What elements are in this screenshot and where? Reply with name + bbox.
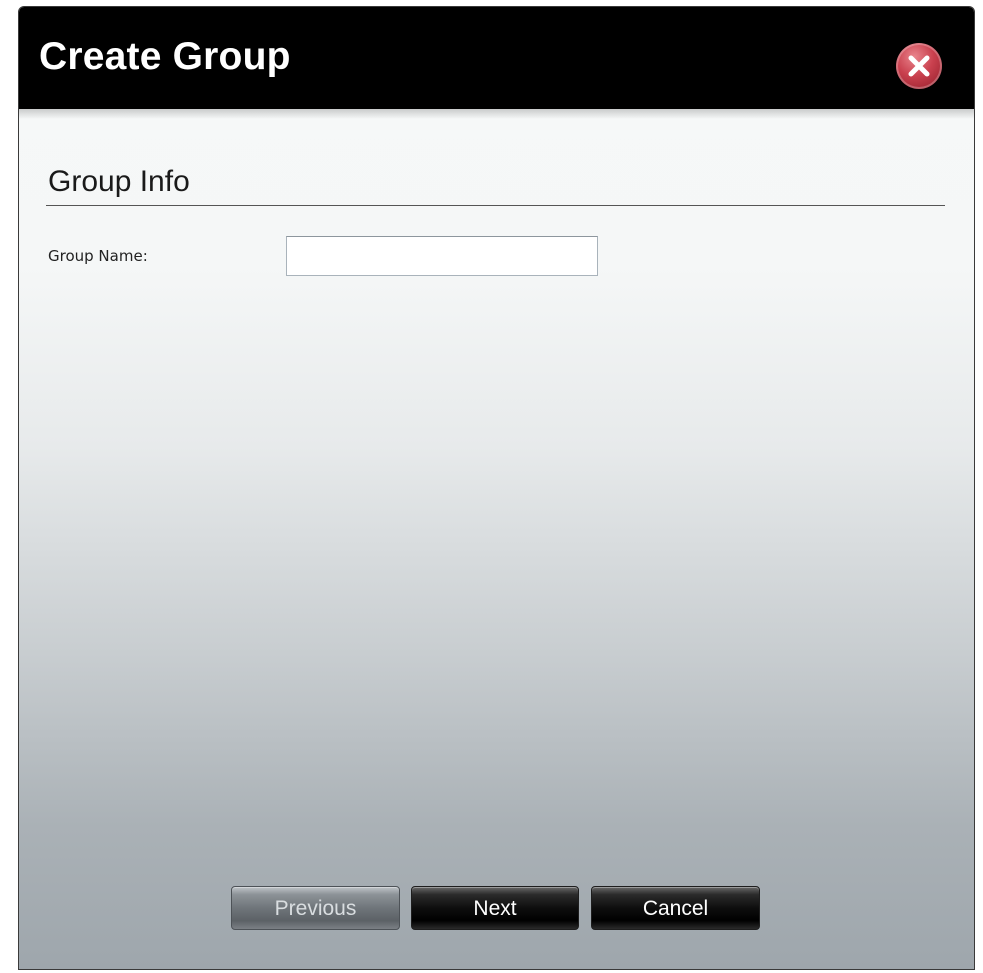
group-name-label: Group Name: [48, 247, 148, 265]
section-divider [46, 205, 945, 206]
cancel-button[interactable]: Cancel [591, 886, 760, 930]
next-button[interactable]: Next [411, 886, 579, 930]
close-icon [908, 55, 930, 77]
close-button[interactable] [896, 43, 942, 89]
group-name-input[interactable] [286, 236, 598, 276]
dialog-title: Create Group [39, 35, 291, 78]
create-group-dialog: Create Group Group Info Group Name: Prev… [18, 6, 975, 970]
titlebar-shadow [19, 109, 974, 119]
section-title: Group Info [48, 165, 190, 198]
dialog-titlebar: Create Group [19, 7, 974, 109]
previous-button[interactable]: Previous [231, 886, 400, 930]
